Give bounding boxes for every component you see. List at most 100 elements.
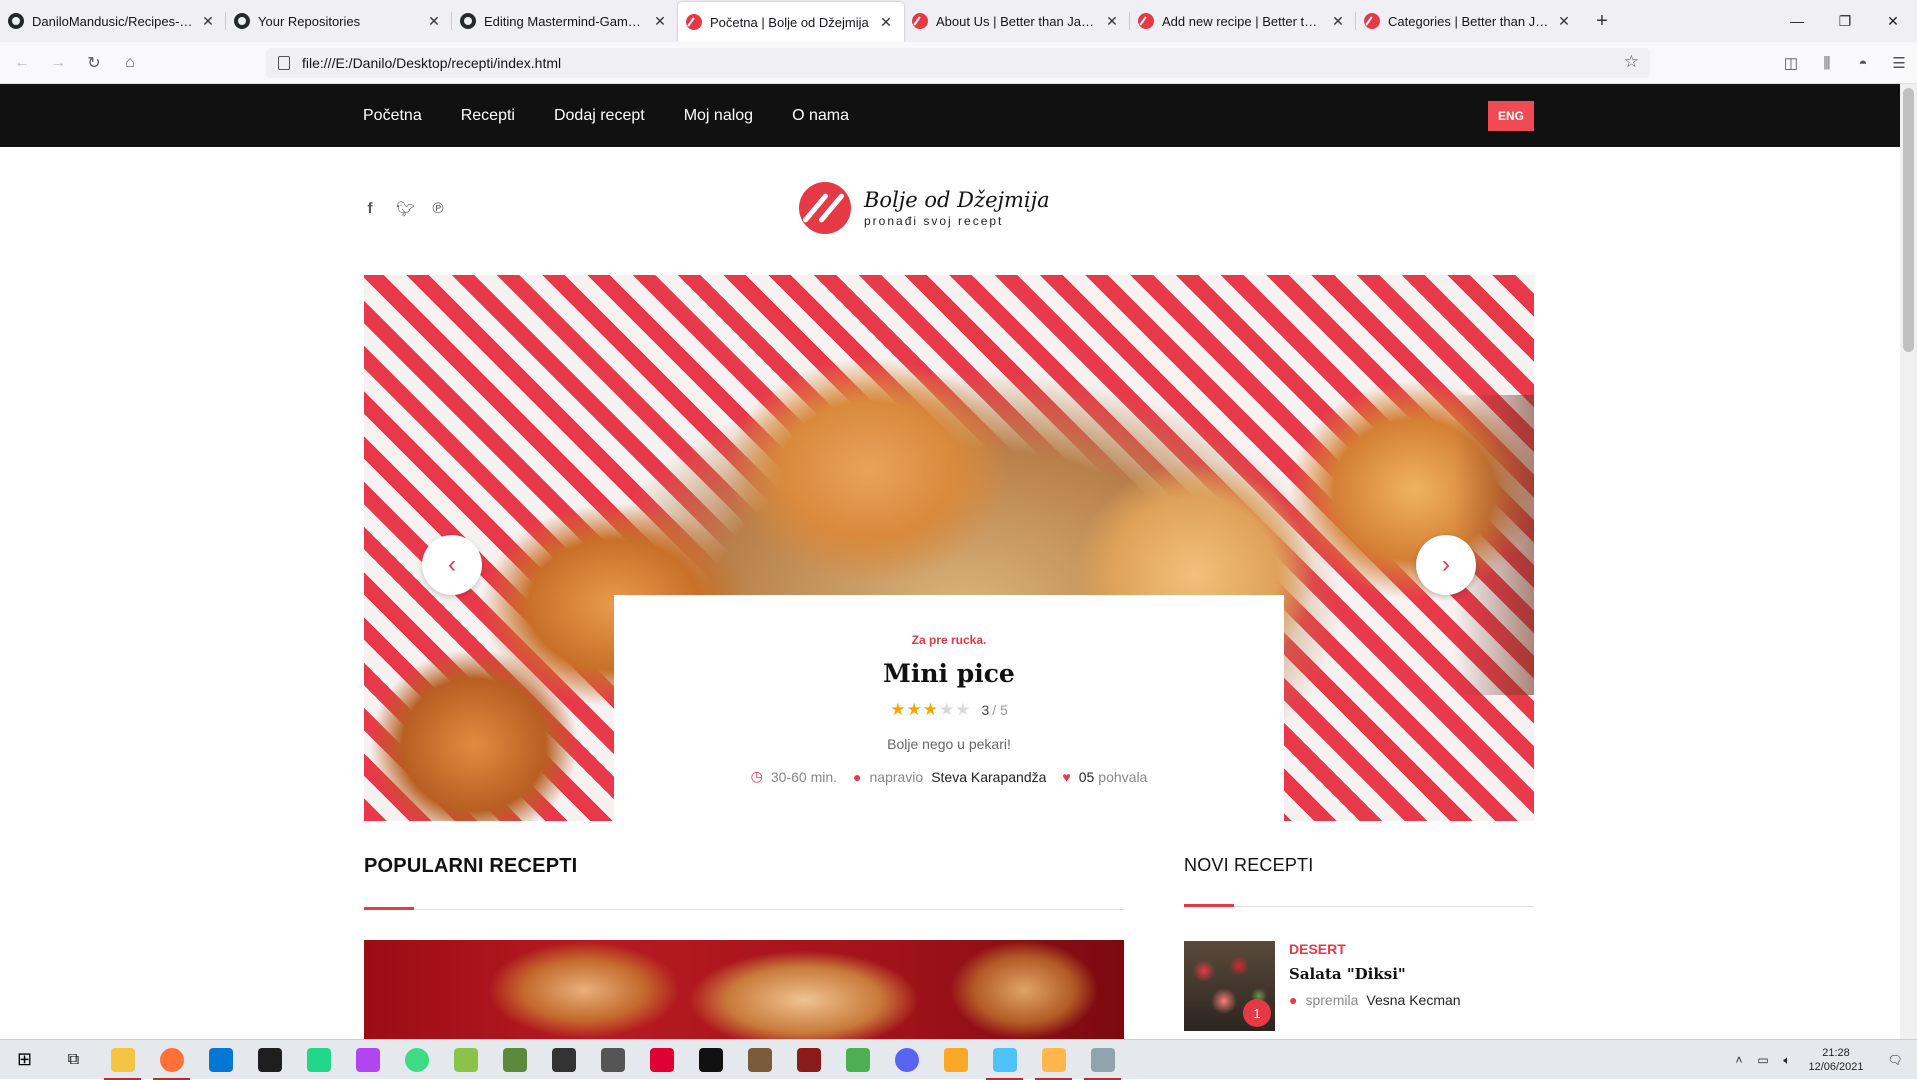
- new-recipe-author[interactable]: Vesna Kecman: [1366, 992, 1460, 1008]
- close-icon[interactable]: ✕: [426, 13, 442, 30]
- home-icon[interactable]: ⌂: [112, 47, 148, 79]
- chevron-up-icon[interactable]: ˄: [1727, 1053, 1751, 1067]
- close-icon[interactable]: ✕: [200, 13, 216, 30]
- facebook-icon[interactable]: f: [362, 200, 378, 218]
- network-icon[interactable]: ▭: [1751, 1053, 1775, 1067]
- pocket-icon[interactable]: ◫: [1773, 54, 1809, 72]
- nav-link-recepti[interactable]: Recepti: [461, 107, 515, 125]
- new-recipe-title[interactable]: Salata "Diksi": [1289, 965, 1406, 983]
- new-section-title: NOVI RECEPTI: [1184, 855, 1314, 875]
- scrollbar-thumb[interactable]: [1903, 88, 1914, 352]
- tab-github-editing[interactable]: Editing Mastermind-Game/README.md ✕: [452, 0, 678, 42]
- taskbar-app[interactable]: [637, 1040, 686, 1080]
- site-logo[interactable]: Bolje od Džejmija pronađi svoj recept: [799, 182, 1050, 234]
- taskbar-app[interactable]: [343, 1040, 392, 1080]
- taskbar-app[interactable]: [931, 1040, 980, 1080]
- slider-prev-button[interactable]: ‹: [422, 535, 482, 595]
- tab-categories[interactable]: Categories | Better than Jamie ✕: [1356, 0, 1582, 42]
- taskbar-app[interactable]: [245, 1040, 294, 1080]
- minimize-icon[interactable]: —: [1773, 0, 1821, 42]
- volume-icon[interactable]: 🔈︎: [1775, 1053, 1799, 1068]
- taskbar-app[interactable]: [147, 1040, 196, 1080]
- app-icon: [992, 1047, 1017, 1072]
- new-recipe-category[interactable]: DESERT: [1289, 941, 1346, 957]
- close-icon[interactable]: ✕: [652, 13, 668, 30]
- tab-label: Your Repositories: [258, 13, 361, 29]
- back-icon[interactable]: ←: [4, 47, 40, 79]
- taskbar-app[interactable]: [392, 1040, 441, 1080]
- taskbar-app[interactable]: [1029, 1040, 1078, 1080]
- popular-recipe-image[interactable]: [364, 940, 1124, 1040]
- tab-label: DaniloMandusic/Recipes-Book: [32, 13, 194, 29]
- slider-next-button[interactable]: ›: [1416, 535, 1476, 595]
- url-bar[interactable]: file:///E:/Danilo/Desktop/recepti/index.…: [266, 48, 1650, 78]
- task-view-icon: ⧉: [67, 1050, 80, 1068]
- close-icon[interactable]: ✕: [1330, 13, 1346, 30]
- recipe-card: Za pre rucka. Mini pice ★★★★★ 3 / 5 Bolj…: [614, 595, 1284, 821]
- app-icon: [453, 1047, 478, 1072]
- forward-icon[interactable]: →: [40, 47, 76, 79]
- taskbar-app[interactable]: [441, 1040, 490, 1080]
- twitter-icon[interactable]: 🐦︎: [396, 200, 415, 218]
- app-icon: [1041, 1047, 1066, 1072]
- taskbar-app[interactable]: [833, 1040, 882, 1080]
- taskbar-app[interactable]: [1078, 1040, 1127, 1080]
- divider: [364, 909, 1124, 910]
- taskbar-app[interactable]: [196, 1040, 245, 1080]
- taskbar-app[interactable]: [735, 1040, 784, 1080]
- restore-icon[interactable]: ❐: [1821, 0, 1869, 42]
- taskbar-app[interactable]: [98, 1040, 147, 1080]
- tab-github-recipes[interactable]: DaniloMandusic/Recipes-Book ✕: [0, 0, 226, 42]
- heart-icon[interactable]: ♥: [1062, 769, 1070, 785]
- language-button[interactable]: ENG: [1488, 101, 1534, 131]
- clock[interactable]: 21:28 12/06/2021: [1799, 1046, 1873, 1074]
- nav-link-dodaj-recept[interactable]: Dodaj recept: [554, 107, 645, 125]
- taskbar-app[interactable]: [784, 1040, 833, 1080]
- start-button[interactable]: ⊞: [0, 1040, 49, 1080]
- tab-github-repositories[interactable]: Your Repositories ✕: [226, 0, 452, 42]
- close-icon[interactable]: ✕: [1556, 13, 1572, 30]
- tab-about-us[interactable]: About Us | Better than Jamie ✕: [904, 0, 1130, 42]
- new-tab-button[interactable]: +: [1582, 0, 1622, 42]
- nav-link-o-nama[interactable]: O nama: [792, 107, 849, 125]
- user-icon: ●: [1289, 992, 1298, 1008]
- taskbar-app[interactable]: [686, 1040, 735, 1080]
- new-recipe-thumbnail[interactable]: 1: [1184, 941, 1275, 1031]
- recipe-author[interactable]: Steva Karapandža: [931, 769, 1046, 785]
- reload-icon[interactable]: ↻: [76, 47, 112, 79]
- nav-link-moj-nalog[interactable]: Moj nalog: [684, 107, 753, 125]
- site-logo-icon: [912, 13, 928, 29]
- task-view-button[interactable]: ⧉: [49, 1040, 98, 1080]
- pinterest-icon[interactable]: ℗: [430, 200, 446, 218]
- tab-add-recipe[interactable]: Add new recipe | Better than Jamie ✕: [1130, 0, 1356, 42]
- app-icon: [698, 1047, 723, 1072]
- vertical-scrollbar[interactable]: [1900, 84, 1917, 1039]
- likes-count: 05: [1078, 768, 1095, 785]
- github-icon: [234, 13, 250, 29]
- menu-icon[interactable]: ☰: [1881, 54, 1917, 72]
- taskbar-app[interactable]: [294, 1040, 343, 1080]
- taskbar-app[interactable]: [539, 1040, 588, 1080]
- taskbar-app[interactable]: [882, 1040, 931, 1080]
- taskbar-app[interactable]: [490, 1040, 539, 1080]
- github-icon: [8, 13, 24, 29]
- discord-icon: [894, 1047, 919, 1072]
- bookmark-star-icon[interactable]: ☆: [1624, 52, 1639, 72]
- account-icon[interactable]: ◓: [1845, 55, 1881, 72]
- star-icon: ★: [938, 700, 955, 719]
- page-icon: [278, 56, 290, 70]
- social-links: f 🐦︎ ℗: [362, 200, 446, 218]
- close-window-icon[interactable]: ✕: [1869, 0, 1917, 42]
- new-recipe-item[interactable]: 1 DESERT Salata "Diksi" ● spremila Vesna…: [1184, 941, 1534, 1031]
- star-icon: ★: [922, 700, 938, 719]
- taskbar-app[interactable]: [980, 1040, 1029, 1080]
- close-icon[interactable]: ✕: [1104, 13, 1120, 30]
- tab-pocetna[interactable]: Početna | Bolje od Džejmija ✕: [678, 2, 904, 42]
- taskbar-app[interactable]: [588, 1040, 637, 1080]
- recipe-category[interactable]: Za pre rucka.: [614, 633, 1284, 647]
- notification-icon[interactable]: 🗨︎: [1873, 1053, 1917, 1067]
- close-icon[interactable]: ✕: [878, 14, 894, 31]
- nav-link-pocetna[interactable]: Početna: [363, 107, 422, 125]
- library-icon[interactable]: ⫼: [1809, 55, 1845, 72]
- recipe-title[interactable]: Mini pice: [614, 659, 1284, 688]
